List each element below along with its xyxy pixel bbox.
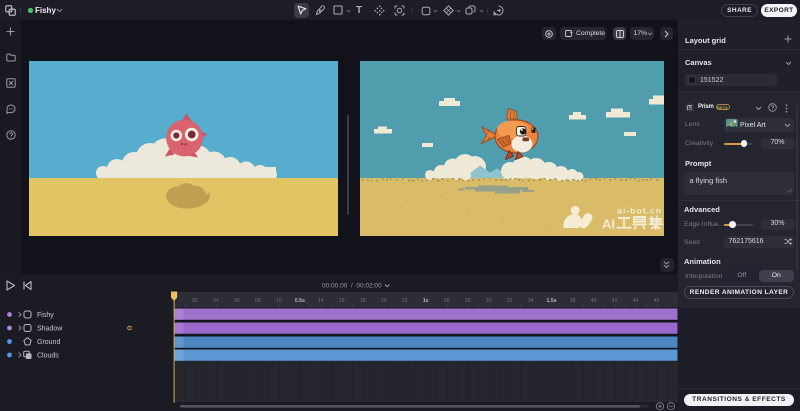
svg-text:06: 06 bbox=[234, 298, 240, 304]
svg-text:18: 18 bbox=[360, 298, 366, 304]
svg-text:Fishy: Fishy bbox=[37, 312, 54, 319]
svg-text:14: 14 bbox=[318, 298, 324, 304]
svg-text:16: 16 bbox=[339, 298, 345, 304]
svg-text:28: 28 bbox=[465, 298, 471, 304]
svg-text:ai-bot.cn: ai-bot.cn bbox=[617, 206, 662, 216]
svg-text:34: 34 bbox=[528, 298, 534, 304]
svg-text:Clouds: Clouds bbox=[37, 353, 59, 360]
svg-text:44: 44 bbox=[633, 298, 639, 304]
svg-text:00:00.00 / 00:02:00: 00:00.00 / 00:02:00 bbox=[322, 283, 382, 290]
svg-text:30: 30 bbox=[486, 298, 492, 304]
svg-text:08: 08 bbox=[255, 298, 261, 304]
svg-text:38: 38 bbox=[570, 298, 576, 304]
svg-text:AI: AI bbox=[602, 217, 615, 232]
svg-text:26: 26 bbox=[444, 298, 450, 304]
svg-text:10: 10 bbox=[276, 298, 282, 304]
svg-text:Shadow: Shadow bbox=[37, 326, 63, 333]
svg-text:32: 32 bbox=[507, 298, 513, 304]
svg-text:20: 20 bbox=[381, 298, 387, 304]
svg-text:04: 04 bbox=[213, 298, 219, 304]
svg-text:46: 46 bbox=[654, 298, 660, 304]
svg-text:Ground: Ground bbox=[37, 339, 60, 346]
svg-text:1.5s: 1.5s bbox=[547, 298, 557, 304]
svg-text:0.5s: 0.5s bbox=[295, 298, 305, 304]
svg-text:40: 40 bbox=[591, 298, 597, 304]
svg-text:42: 42 bbox=[612, 298, 618, 304]
svg-text:1s: 1s bbox=[423, 298, 429, 304]
svg-text:22: 22 bbox=[402, 298, 408, 304]
svg-text:02: 02 bbox=[192, 298, 198, 304]
